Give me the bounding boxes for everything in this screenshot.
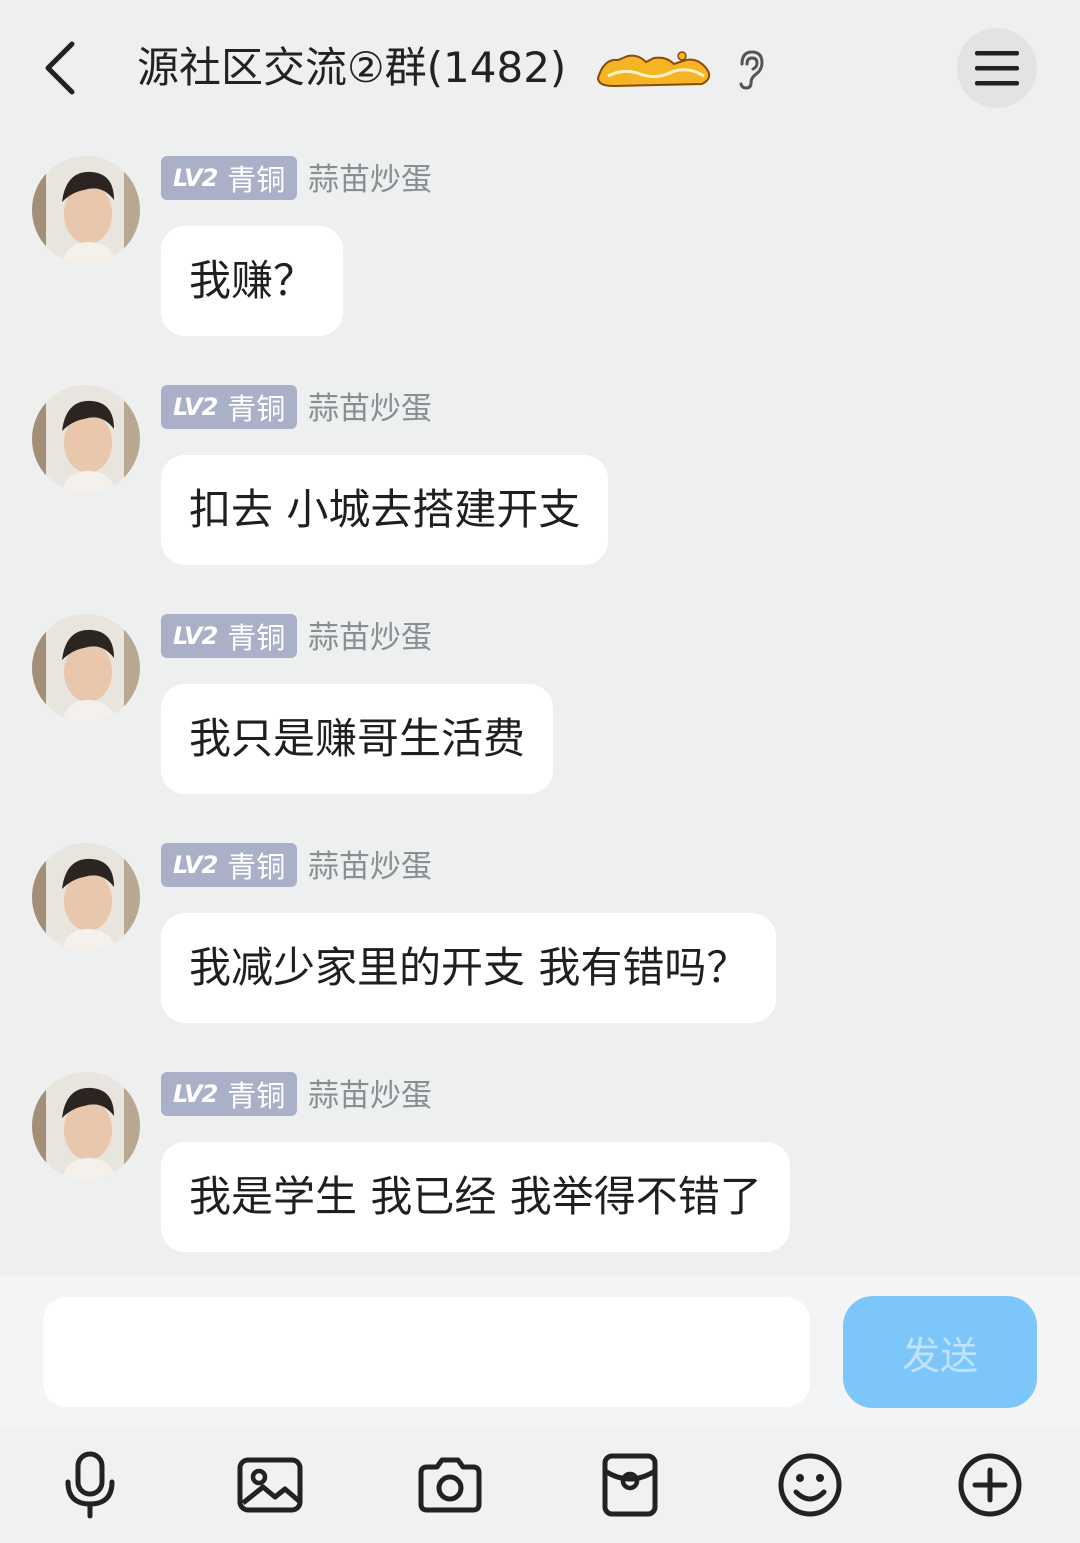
composer-bar: 发送 xyxy=(0,1276,1080,1426)
level-badge: LV2 青铜 xyxy=(161,1072,298,1116)
level-badge: LV2 青铜 xyxy=(161,385,298,429)
avatar-image xyxy=(32,614,140,722)
send-button[interactable]: 发送 xyxy=(843,1296,1037,1408)
avatar-image xyxy=(32,156,140,264)
level-text: LV2 xyxy=(173,393,218,421)
message-item: LV2 青铜 蒜苗炒蛋 扣去 小城去搭建开支 xyxy=(0,385,1080,585)
rank-text: 青铜 xyxy=(227,850,286,884)
sender-name[interactable]: 蒜苗炒蛋 xyxy=(308,845,432,889)
camera-icon xyxy=(418,1457,482,1513)
level-text: LV2 xyxy=(173,851,218,879)
image-button[interactable] xyxy=(225,1440,315,1530)
microphone-icon xyxy=(65,1451,115,1519)
sender-name[interactable]: 蒜苗炒蛋 xyxy=(308,158,432,202)
chat-screen: 源社区交流②群(1482) LV2 青铜 蒜苗炒蛋 我赚？ LV2 青铜 蒜苗炒… xyxy=(0,0,1080,1543)
avatar[interactable] xyxy=(32,156,140,264)
message-bubble[interactable]: 我减少家里的开支 我有错吗？ xyxy=(161,913,777,1023)
level-text: LV2 xyxy=(173,164,218,192)
sender-name[interactable]: 蒜苗炒蛋 xyxy=(308,387,432,431)
message-item: LV2 青铜 蒜苗炒蛋 我是学生 我已经 我举得不错了 xyxy=(0,1072,1080,1272)
rank-text: 青铜 xyxy=(227,392,286,426)
message-bubble[interactable]: 我是学生 我已经 我举得不错了 xyxy=(161,1142,790,1252)
rank-text: 青铜 xyxy=(227,621,286,655)
avatar[interactable] xyxy=(32,614,140,722)
message-item: LV2 青铜 蒜苗炒蛋 我只是赚哥生活费 xyxy=(0,614,1080,814)
more-button[interactable] xyxy=(945,1440,1035,1530)
rank-text: 青铜 xyxy=(227,163,286,197)
avatar-image xyxy=(32,843,140,951)
high-five-badge-icon xyxy=(596,51,711,88)
plus-icon xyxy=(958,1453,1022,1517)
message-bubble[interactable]: 我只是赚哥生活费 xyxy=(161,684,554,794)
avatar-image xyxy=(32,385,140,493)
chat-header: 源社区交流②群(1482) xyxy=(0,0,1080,130)
camera-button[interactable] xyxy=(405,1440,495,1530)
emoji-icon xyxy=(778,1453,842,1517)
rank-text: 青铜 xyxy=(227,1079,286,1113)
red-packet-button[interactable] xyxy=(585,1440,675,1530)
sender-name[interactable]: 蒜苗炒蛋 xyxy=(308,1074,432,1118)
avatar-image xyxy=(32,1072,140,1180)
voice-button[interactable] xyxy=(45,1440,135,1530)
menu-icon xyxy=(975,51,1019,86)
message-bubble[interactable]: 我赚？ xyxy=(161,226,344,336)
avatar[interactable] xyxy=(32,843,140,951)
image-icon xyxy=(237,1457,303,1513)
level-badge: LV2 青铜 xyxy=(161,156,298,200)
message-item: LV2 青铜 蒜苗炒蛋 我赚？ xyxy=(0,156,1080,356)
ear-icon[interactable] xyxy=(734,48,768,90)
avatar[interactable] xyxy=(32,385,140,493)
sender-name[interactable]: 蒜苗炒蛋 xyxy=(308,616,432,660)
composer-toolbar xyxy=(0,1426,1080,1543)
level-badge: LV2 青铜 xyxy=(161,843,298,887)
chevron-left-icon xyxy=(45,41,75,95)
back-button[interactable] xyxy=(30,36,90,100)
menu-button[interactable] xyxy=(957,28,1037,108)
level-text: LV2 xyxy=(173,622,218,650)
message-input[interactable] xyxy=(43,1297,810,1407)
emoji-button[interactable] xyxy=(765,1440,855,1530)
message-bubble[interactable]: 扣去 小城去搭建开支 xyxy=(161,455,609,565)
red-packet-icon xyxy=(602,1453,658,1517)
group-title[interactable]: 源社区交流②群(1482) xyxy=(137,40,566,96)
message-item: LV2 青铜 蒜苗炒蛋 我减少家里的开支 我有错吗？ xyxy=(0,843,1080,1043)
avatar[interactable] xyxy=(32,1072,140,1180)
level-text: LV2 xyxy=(173,1080,218,1108)
level-badge: LV2 青铜 xyxy=(161,614,298,658)
